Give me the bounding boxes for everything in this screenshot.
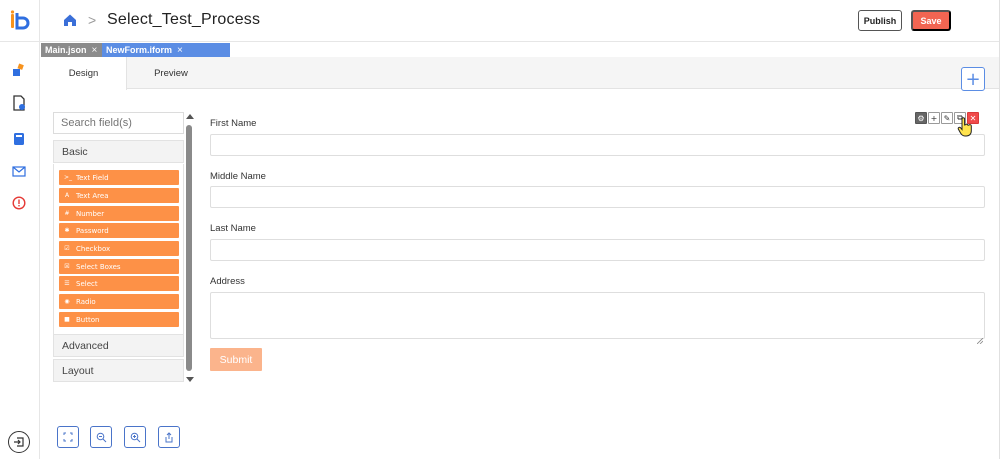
- top-header: > Select_Test_Process: [40, 0, 1000, 42]
- scroll-thumb[interactable]: [186, 125, 192, 371]
- stop-icon: ■: [64, 316, 70, 323]
- add-button[interactable]: +: [961, 67, 985, 91]
- save-button[interactable]: Save: [911, 10, 951, 31]
- field-label-last-name: Last Name: [210, 223, 256, 234]
- field-label-middle-name: Middle Name: [210, 171, 266, 182]
- logout-icon[interactable]: [8, 431, 30, 453]
- component-password[interactable]: ✱ Password: [59, 223, 179, 238]
- checkbox-icon: ☑: [64, 245, 70, 252]
- component-label: Password: [76, 226, 109, 235]
- zoom-out-button[interactable]: [90, 426, 112, 448]
- component-label: Button: [76, 315, 100, 324]
- zoom-out-icon: [96, 432, 106, 442]
- component-label: Radio: [76, 297, 96, 306]
- field-label-address: Address: [210, 276, 245, 287]
- file-tabs: Main.json × NewForm.iform ×: [41, 43, 230, 57]
- alert-icon[interactable]: [11, 195, 27, 211]
- close-icon[interactable]: ×: [177, 45, 183, 56]
- file-tab-main-json[interactable]: Main.json ×: [41, 43, 102, 57]
- component-button[interactable]: ■ Button: [59, 312, 179, 327]
- left-rail: [0, 0, 40, 459]
- component-radio[interactable]: ◉ Radio: [59, 294, 179, 309]
- gear-icon[interactable]: ⚙: [915, 112, 927, 124]
- component-label: Text Field: [76, 173, 109, 182]
- component-label: Checkbox: [76, 244, 111, 253]
- hash-icon: #: [64, 210, 70, 217]
- component-list: >_ Text Field A Text Area # Number ✱ Passwor…: [53, 164, 184, 336]
- component-text-area[interactable]: A Text Area: [59, 188, 179, 203]
- font-icon: A: [64, 192, 70, 199]
- workflow-icon[interactable]: [11, 62, 27, 78]
- group-layout[interactable]: Layout: [53, 359, 184, 382]
- mode-tab-bar: Design Preview: [41, 57, 1000, 90]
- component-label: Text Area: [76, 191, 109, 200]
- file-tab-label: Main.json: [45, 45, 87, 55]
- component-checkbox[interactable]: ☑ Checkbox: [59, 241, 179, 256]
- hand-cursor-icon: [957, 117, 973, 137]
- breadcrumb-separator: >: [88, 12, 97, 28]
- app-logo[interactable]: [9, 10, 31, 32]
- middle-name-input[interactable]: [210, 186, 985, 208]
- share-icon: [165, 431, 173, 442]
- asterisk-icon: ✱: [64, 227, 70, 234]
- tab-design[interactable]: Design: [41, 57, 127, 90]
- file-tab-label: NewForm.iform: [106, 45, 173, 55]
- document-settings-icon[interactable]: [11, 95, 27, 111]
- group-basic[interactable]: Basic: [53, 140, 184, 163]
- scroll-up-icon[interactable]: [186, 114, 194, 119]
- home-icon[interactable]: [62, 12, 78, 28]
- first-name-input[interactable]: [210, 134, 985, 156]
- fit-screen-button[interactable]: [57, 426, 79, 448]
- component-label: Select: [76, 279, 98, 288]
- file-tab-newform[interactable]: NewForm.iform ×: [102, 43, 230, 57]
- terminal-icon: >_: [64, 174, 73, 181]
- search-input[interactable]: [53, 112, 184, 134]
- close-icon[interactable]: ×: [92, 45, 98, 56]
- resize-handle-icon[interactable]: [976, 331, 984, 345]
- zoom-in-icon: [130, 432, 140, 442]
- wrench-icon[interactable]: ✎: [941, 112, 953, 124]
- palette-scrollbar[interactable]: [185, 114, 194, 384]
- publish-button[interactable]: Publish: [858, 10, 902, 31]
- mail-icon[interactable]: [11, 163, 27, 179]
- scroll-down-icon[interactable]: [186, 377, 194, 382]
- submit-button[interactable]: Submit: [210, 348, 262, 371]
- component-label: Number: [76, 209, 105, 218]
- select-boxes-icon: ☒: [64, 263, 70, 270]
- component-palette: Basic >_Text Field A Text Area # Number ✱ P…: [53, 112, 184, 385]
- component-label: Select Boxes: [76, 262, 121, 271]
- component-select[interactable]: ☰ Select: [59, 276, 179, 291]
- group-advanced[interactable]: Advanced: [53, 334, 184, 357]
- move-icon[interactable]: +: [928, 112, 940, 124]
- field-label-first-name: First Name: [210, 118, 257, 129]
- tab-preview[interactable]: Preview: [127, 57, 215, 89]
- storage-icon[interactable]: [11, 131, 27, 147]
- page-title: Select_Test_Process: [107, 11, 261, 28]
- component-select-boxes[interactable]: ☒ Select Boxes: [59, 259, 179, 274]
- share-button[interactable]: [158, 426, 180, 448]
- radio-icon: ◉: [64, 298, 70, 305]
- component-text-field[interactable]: >_ Text Field: [59, 170, 179, 185]
- address-textarea[interactable]: [210, 292, 985, 345]
- expand-icon: [63, 432, 73, 442]
- component-number[interactable]: # Number: [59, 206, 179, 221]
- list-icon: ☰: [64, 280, 70, 287]
- zoom-in-button[interactable]: [124, 426, 146, 448]
- last-name-input[interactable]: [210, 239, 985, 261]
